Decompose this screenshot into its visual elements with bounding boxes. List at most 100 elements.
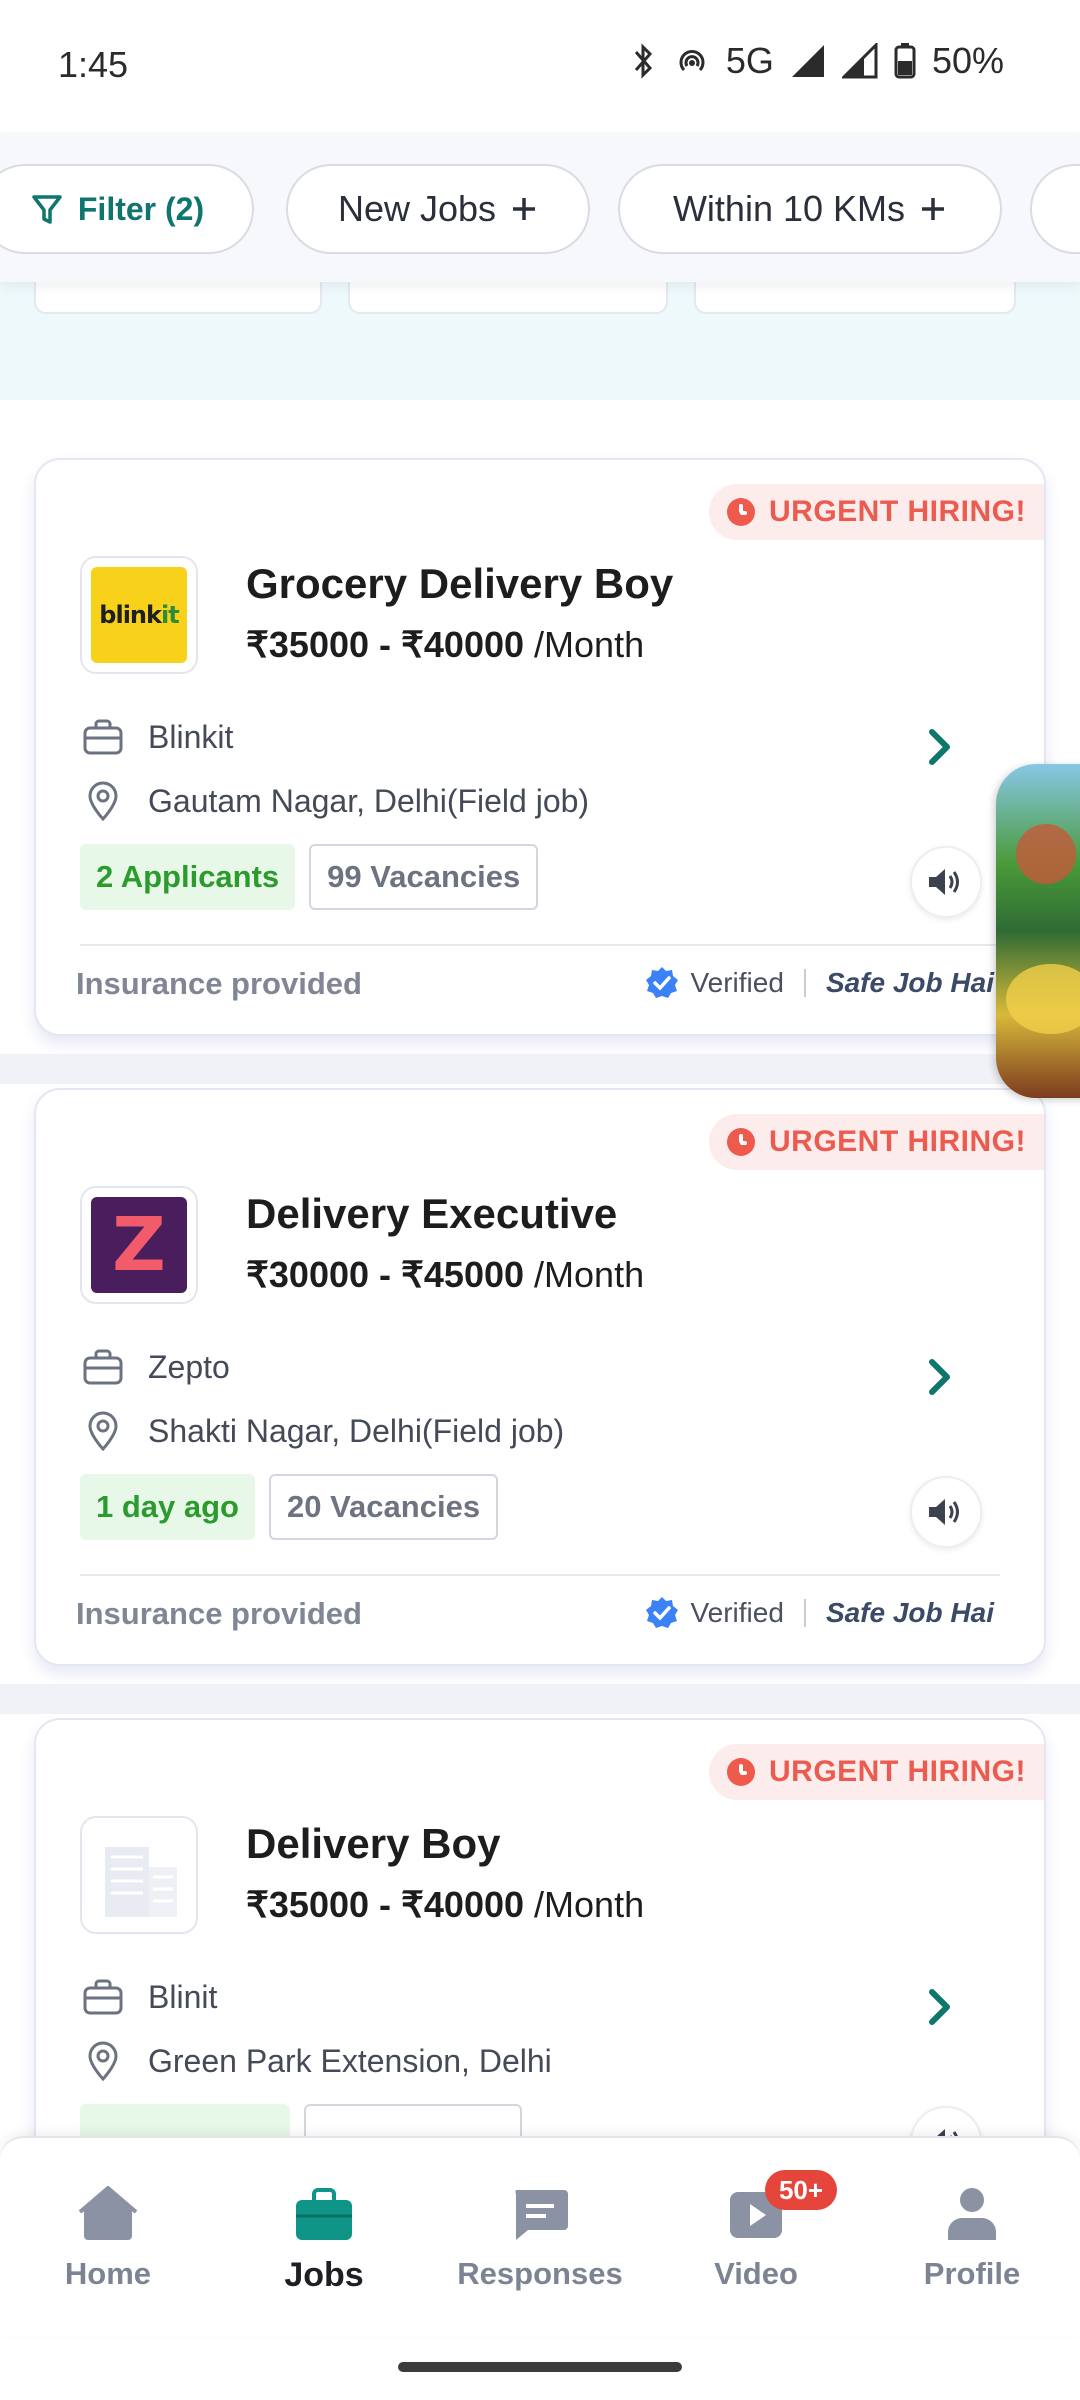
briefcase-icon [82, 716, 124, 758]
nav-label: Jobs [284, 2256, 364, 2294]
job-title: Delivery Executive [246, 1190, 618, 1237]
separator [803, 969, 806, 997]
person-icon [942, 2184, 1002, 2244]
building-placeholder-icon [105, 1847, 177, 1917]
network-type: 5G [725, 40, 774, 81]
chip-label: New Jobs [337, 188, 497, 229]
battery-level: 50% [931, 40, 1004, 81]
briefcase-icon [294, 2184, 354, 2244]
verified-label: Verified [690, 1597, 784, 1628]
salary-range: ₹35000 - ₹40000 [246, 624, 525, 665]
job-card[interactable]: URGENT HIRING! Z Delivery Executive ₹300… [34, 1088, 1046, 1666]
card-gap [0, 1054, 1080, 1084]
nav-jobs[interactable]: Jobs [216, 2138, 432, 2336]
nav-video[interactable]: Video 50+ [648, 2138, 864, 2336]
salary-range: ₹30000 - ₹45000 [246, 1254, 525, 1295]
clock-icon [727, 1128, 755, 1156]
bottom-nav: Home Jobs Responses Video 50+ Profile [0, 2136, 1080, 2336]
job-location: Gautam Nagar, Delhi(Field job) [148, 782, 590, 819]
filter-label: Filter (2) [77, 190, 205, 227]
salary-period: /Month [534, 624, 645, 665]
hotspot-icon [679, 50, 705, 72]
job-title: Grocery Delivery Boy [246, 560, 674, 607]
status-bar: 1:45 5G 50% [0, 0, 1080, 132]
job-badges: 1 day ago 20 Vacancies [80, 1474, 499, 1540]
audio-button[interactable] [910, 1476, 982, 1548]
funnel-icon [32, 195, 62, 224]
notification-badge: 50+ [765, 2170, 837, 2210]
clock-icon [727, 1758, 755, 1786]
urgent-label: URGENT HIRING! [769, 1125, 1026, 1158]
nav-responses[interactable]: Responses [432, 2138, 648, 2336]
location-row: Gautam Nagar, Delhi(Field job) [82, 780, 589, 822]
job-title: Delivery Boy [246, 1820, 501, 1867]
vacancies-badge: 99 Vacancies [309, 844, 539, 910]
card-divider [80, 944, 1000, 946]
company-logo: blink it [80, 556, 198, 674]
separator [803, 1599, 806, 1627]
floating-game-ad[interactable] [996, 764, 1080, 1098]
urgent-label: URGENT HIRING! [769, 495, 1026, 528]
location-pin-icon [82, 780, 124, 822]
company-name: Blinit [148, 1978, 218, 2015]
location-pin-icon [82, 1410, 124, 1452]
company-row: Zepto [82, 1346, 230, 1388]
chip-new-jobs[interactable]: New Jobs [286, 164, 590, 254]
filter-button[interactable]: Filter (2) [0, 164, 254, 254]
blinkit-logo: blink it [91, 567, 187, 663]
vacancies-badge: 20 Vacancies [269, 1474, 499, 1540]
signal-icon-2 [841, 43, 878, 79]
speaker-icon [929, 1499, 959, 1525]
nav-label: Profile [923, 2256, 1021, 2291]
location-row: Shakti Nagar, Delhi(Field job) [82, 1410, 564, 1452]
verification: Verified Safe Job Hai [645, 1596, 994, 1630]
home-icon [78, 2184, 138, 2244]
chip-more[interactable] [1030, 164, 1080, 254]
zepto-logo: Z [91, 1197, 187, 1293]
card-divider [80, 1574, 1000, 1576]
nav-profile[interactable]: Profile [864, 2138, 1080, 2336]
applicants-badge: 2 Applicants [80, 844, 296, 910]
chip-label: Within 10 KMs [672, 188, 906, 229]
urgent-hiring-badge: URGENT HIRING! [709, 1744, 1044, 1800]
speaker-icon [929, 869, 959, 895]
status-time: 1:45 [58, 44, 129, 85]
company-logo: Z [80, 1186, 198, 1304]
status-icons: 5G 50% [628, 40, 1004, 82]
nav-label: Home [64, 2256, 152, 2291]
nav-home[interactable]: Home [0, 2138, 216, 2336]
salary-range: ₹35000 - ₹40000 [246, 1884, 525, 1925]
audio-button[interactable] [910, 846, 982, 918]
chat-icon [510, 2184, 570, 2244]
job-salary: ₹35000 - ₹40000 /Month [246, 624, 644, 666]
company-row: Blinit [82, 1976, 217, 2018]
urgent-hiring-badge: URGENT HIRING! [709, 484, 1044, 540]
safe-job-label: Safe Job Hai [825, 967, 994, 998]
ad-graphic [1016, 824, 1076, 884]
signal-icon [791, 45, 824, 77]
insurance-note: Insurance provided [76, 966, 362, 1001]
chevron-right-icon[interactable] [916, 724, 962, 770]
job-card[interactable]: URGENT HIRING! blink it Grocery Delivery … [34, 458, 1046, 1036]
home-indicator[interactable] [398, 2362, 682, 2372]
chevron-right-icon[interactable] [916, 1354, 962, 1400]
briefcase-icon [82, 1346, 124, 1388]
company-logo [80, 1816, 198, 1934]
filter-bar: Filter (2) New Jobs Within 10 KMs [0, 132, 1080, 282]
plus-icon [513, 198, 536, 220]
bluetooth-icon [634, 43, 652, 79]
job-location: Green Park Extension, Delhi [148, 2042, 552, 2079]
company-name: Blinkit [148, 718, 234, 755]
verified-icon [645, 1597, 678, 1628]
urgent-label: URGENT HIRING! [769, 1755, 1026, 1788]
location-row: Green Park Extension, Delhi [82, 2040, 552, 2082]
clock-icon [727, 498, 755, 526]
company-name: Zepto [148, 1348, 230, 1385]
job-location: Shakti Nagar, Delhi(Field job) [148, 1412, 565, 1449]
salary-period: /Month [534, 1884, 645, 1925]
chip-within-distance[interactable]: Within 10 KMs [618, 164, 1002, 254]
salary-period: /Month [534, 1254, 645, 1295]
chevron-right-icon[interactable] [916, 1984, 962, 2030]
safe-job-label: Safe Job Hai [825, 1597, 994, 1628]
ad-graphic [1006, 964, 1080, 1034]
